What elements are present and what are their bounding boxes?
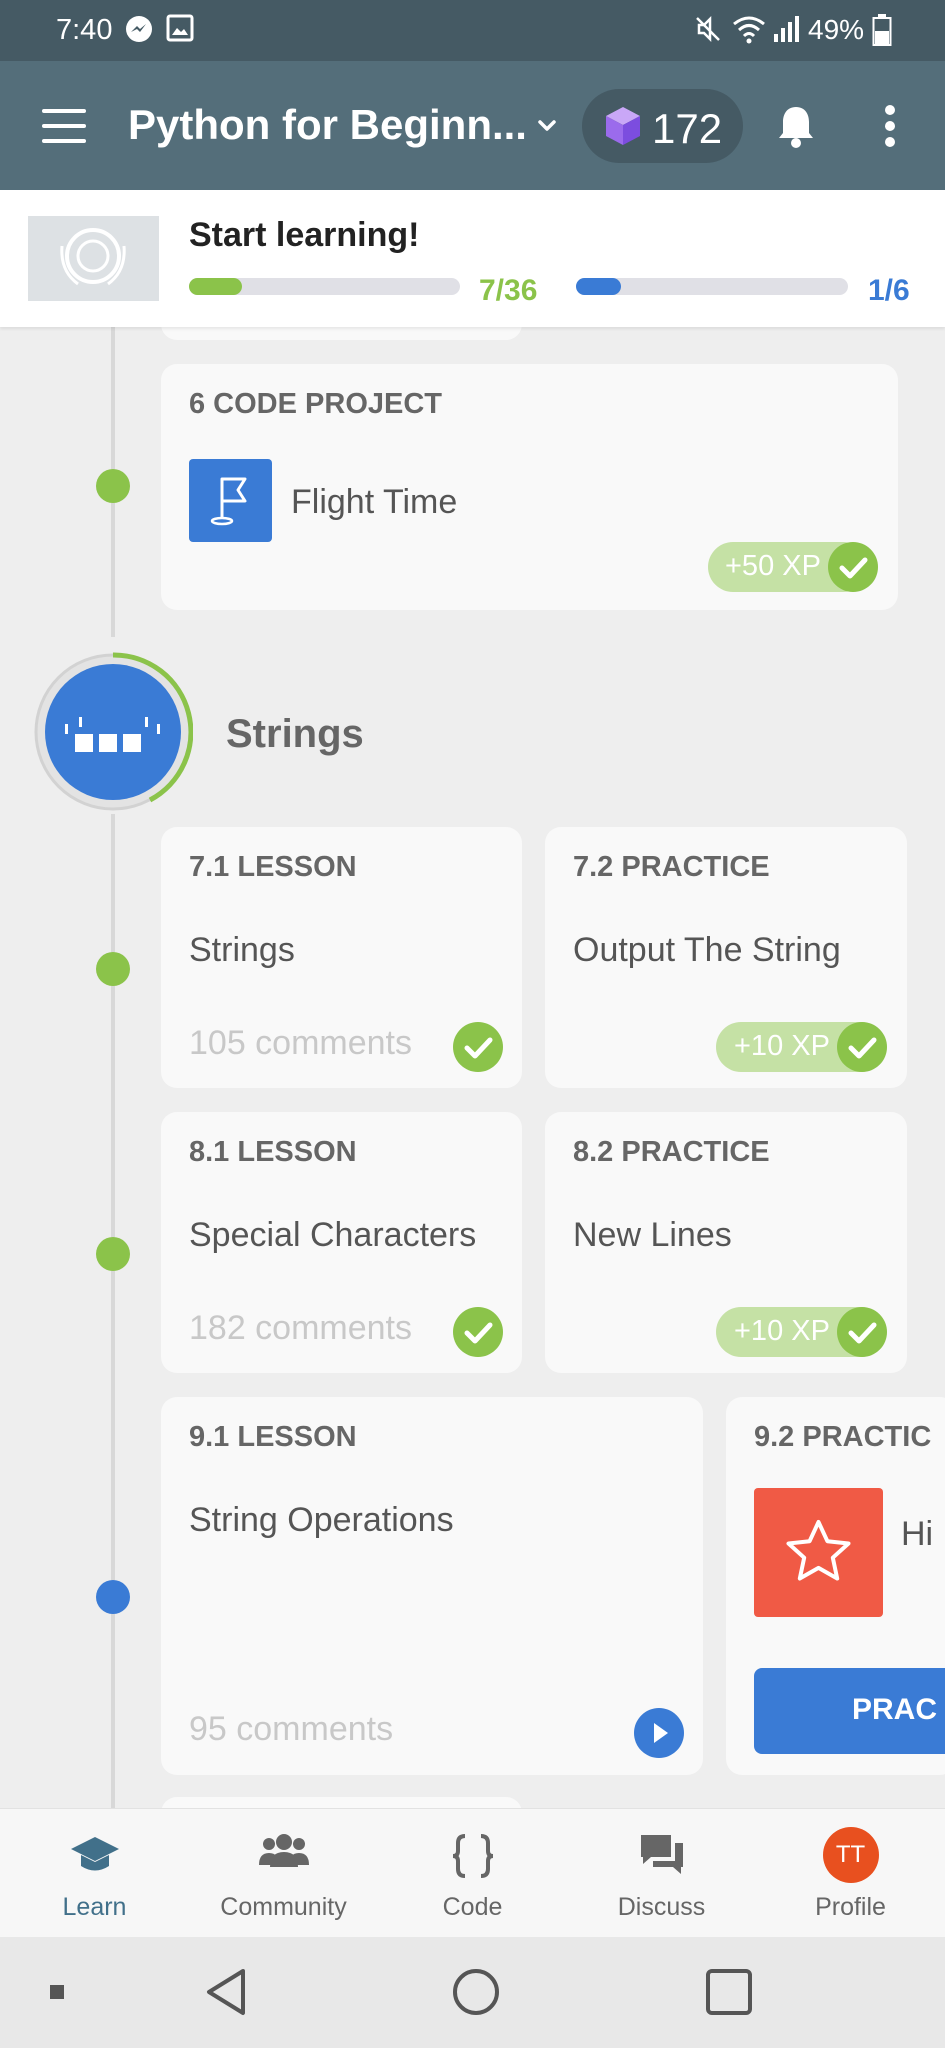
nav-indicator-icon (50, 1985, 64, 1999)
check-icon (837, 1022, 887, 1072)
modules-progress-bar (576, 278, 848, 295)
strings-section-icon[interactable] (33, 652, 193, 812)
timeline-dot-completed (96, 952, 130, 986)
lesson-card-current[interactable]: 9.1 LESSON String Operations 95 comments (161, 1397, 703, 1775)
comments-count[interactable]: 182 comments (189, 1309, 412, 1348)
status-bar: 7:40 49% (0, 0, 945, 61)
card-kind: 6 CODE PROJECT (189, 388, 442, 420)
system-nav-bar (0, 1937, 945, 2048)
check-icon (828, 542, 878, 592)
bell-icon[interactable] (776, 103, 816, 149)
status-time: 7:40 (56, 14, 113, 46)
flag-icon (189, 459, 272, 542)
back-icon[interactable] (203, 1967, 249, 2017)
play-icon[interactable] (634, 1708, 684, 1758)
card-title: Flight Time (291, 483, 458, 521)
card-kind: 8.2 PRACTICE (573, 1136, 770, 1168)
nav-label: Learn (62, 1893, 127, 1921)
card-kind: 8.1 LESSON (189, 1136, 357, 1168)
gem-count: 172 (652, 105, 723, 152)
progress-header: Start learning! 7/36 1/6 (0, 190, 945, 327)
comments-count[interactable]: 95 comments (189, 1710, 393, 1749)
lessons-progress-fill (189, 278, 242, 295)
practice-card[interactable]: 7.2 PRACTICE Output The String +10 XP (545, 827, 907, 1088)
certificate-thumbnail[interactable] (28, 216, 159, 301)
check-icon (453, 1022, 503, 1072)
practice-button-label: PRAC (852, 1693, 938, 1726)
bottom-nav: Learn Community Code Discuss TT Profile (0, 1808, 945, 1937)
check-icon (453, 1307, 503, 1357)
community-icon (258, 1834, 309, 1867)
wifi-icon (733, 16, 765, 44)
card-title: Output The String (573, 931, 841, 969)
xp-value: +50 XP (725, 550, 821, 582)
card-title: New Lines (573, 1216, 732, 1254)
graduation-cap-icon (70, 1837, 119, 1871)
modules-progress-count: 1/6 (868, 274, 910, 307)
card-title: Strings (189, 931, 295, 969)
avatar: TT (822, 1827, 879, 1883)
nav-profile[interactable]: TT Profile (756, 1809, 945, 1938)
app-bar: Python for Beginn... 172 (0, 61, 945, 190)
gems-counter[interactable]: 172 (582, 89, 743, 163)
code-project-card[interactable]: 6 CODE PROJECT Flight Time +50 XP (161, 364, 898, 610)
section-title: Strings (226, 712, 364, 756)
chat-icon (640, 1835, 683, 1874)
gallery-icon (166, 14, 194, 42)
course-title[interactable]: Python for Beginn... (128, 101, 527, 149)
chevron-down-icon[interactable] (534, 113, 560, 139)
certificate-badge-icon (60, 228, 126, 286)
messenger-icon (126, 16, 152, 42)
battery-icon (872, 14, 892, 46)
card-kind: 9.2 PRACTIC (754, 1421, 932, 1453)
practice-card-current[interactable]: 9.2 PRACTIC Hi PRAC (726, 1397, 945, 1775)
nav-learn[interactable]: Learn (0, 1809, 189, 1938)
practice-card[interactable]: 8.2 PRACTICE New Lines +10 XP (545, 1112, 907, 1373)
code-braces-icon (452, 1834, 493, 1878)
card-kind: 9.1 LESSON (189, 1421, 357, 1453)
xp-value: +10 XP (734, 1030, 830, 1062)
home-icon[interactable] (451, 1967, 501, 2017)
modules-progress-fill (576, 278, 622, 295)
nav-discuss[interactable]: Discuss (567, 1809, 756, 1938)
nav-label: Code (442, 1893, 503, 1921)
card-title: Special Characters (189, 1216, 477, 1254)
nav-community[interactable]: Community (189, 1809, 378, 1938)
comments-count[interactable]: 105 comments (189, 1024, 412, 1063)
start-learning-heading: Start learning! (189, 216, 420, 254)
menu-icon[interactable] (42, 109, 86, 143)
xp-value: +10 XP (734, 1315, 830, 1347)
check-icon (837, 1307, 887, 1357)
card-title: String Operations (189, 1501, 454, 1539)
card-kind: 7.2 PRACTICE (573, 851, 770, 883)
recents-icon[interactable] (705, 1968, 753, 2016)
lesson-card[interactable]: 7.1 LESSON Strings 105 comments (161, 827, 522, 1088)
card-kind: 7.1 LESSON (189, 851, 357, 883)
more-icon[interactable] (882, 103, 898, 149)
mute-icon (696, 15, 720, 43)
card-title: Hi (901, 1515, 934, 1553)
timeline-dot-completed (96, 1237, 130, 1271)
battery-level: 49% (808, 14, 865, 45)
signal-icon (774, 16, 799, 42)
lessons-progress-bar (189, 278, 460, 295)
practice-button[interactable]: PRAC (754, 1668, 945, 1754)
nav-label: Discuss (617, 1893, 706, 1921)
timeline-dot-current (96, 1580, 130, 1614)
nav-label: Profile (815, 1893, 886, 1921)
lesson-card[interactable]: 8.1 LESSON Special Characters 182 commen… (161, 1112, 522, 1373)
star-icon (754, 1488, 883, 1617)
timeline-dot-completed (96, 469, 130, 503)
nav-label: Community (220, 1893, 347, 1921)
nav-code[interactable]: Code (378, 1809, 567, 1938)
lessons-progress-count: 7/36 (479, 274, 538, 307)
gem-icon (606, 107, 640, 145)
